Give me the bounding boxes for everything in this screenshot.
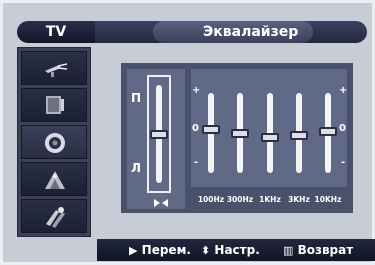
balance-left-label: П: [131, 91, 142, 105]
mute-icon: [154, 199, 168, 207]
title-bar: Эквалайзер: [95, 21, 367, 43]
tv-icon: [46, 96, 64, 114]
eq-band-knob[interactable]: [290, 130, 308, 140]
sidebar-item-sound[interactable]: [21, 88, 87, 122]
up-down-arrow-icon: ⬍: [201, 244, 211, 257]
eq-minus-right: -: [341, 157, 346, 168]
help-adjust-label: Настр.: [214, 243, 260, 257]
tv-tab: TV: [17, 21, 95, 43]
eq-band-freq: 10KHz: [314, 195, 342, 204]
balance-right-label: Л: [131, 161, 141, 175]
help-move: ▶ Перем.: [129, 239, 191, 262]
equalizer-bands: + 0 - + 0 - 100Hz 300Hz 1KHz 3KHz 10KHz: [191, 69, 347, 209]
eq-band-knob[interactable]: [231, 129, 249, 138]
help-adjust: ⬍ Настр.: [201, 239, 260, 262]
help-return-label: Возврат: [297, 243, 354, 257]
antenna-icon: [45, 63, 68, 77]
eq-band-knob[interactable]: [319, 127, 337, 137]
eq-minus-left: -: [194, 157, 199, 168]
speaker-icon: [45, 133, 65, 153]
sidebar-item-speaker[interactable]: [21, 125, 87, 159]
arrow-right-icon: ▶: [129, 244, 138, 257]
help-move-label: Перем.: [141, 243, 191, 257]
page-title: Эквалайзер: [203, 24, 299, 40]
sidebar-item-picture[interactable]: [21, 51, 87, 85]
balance-selection-frame: [147, 75, 171, 193]
content-panel: П Л + 0 - + 0 - 100Hz 300Hz 1KHz 3KHz 10…: [97, 47, 367, 237]
balance-slider-knob[interactable]: [150, 130, 168, 139]
tv-osd-window: TV Эквалайзер П Л + 0 - + 0 - 100Hz 300H…: [0, 0, 375, 265]
eq-plus-left: +: [192, 85, 201, 96]
sidebar-menu: [17, 47, 91, 237]
tools-icon: [46, 207, 65, 228]
eq-zero-left: 0: [192, 123, 199, 134]
satellite-dish-icon: [45, 171, 65, 189]
balance-control[interactable]: П Л: [127, 69, 185, 209]
return-icon: ▥: [283, 244, 294, 257]
eq-band-knob[interactable]: [202, 125, 220, 134]
eq-band-knob[interactable]: [261, 133, 279, 142]
help-return: ▥ Возврат: [283, 239, 353, 262]
help-bar: ▶ Перем. ⬍ Настр. ▥ Возврат: [97, 239, 375, 261]
sidebar-item-channel[interactable]: [21, 162, 87, 196]
equalizer-panel: П Л + 0 - + 0 - 100Hz 300Hz 1KHz 3KHz 10…: [121, 63, 353, 213]
sidebar-item-setup[interactable]: [21, 199, 87, 233]
eq-plus-right: +: [339, 85, 348, 96]
eq-zero-right: 0: [339, 123, 346, 134]
